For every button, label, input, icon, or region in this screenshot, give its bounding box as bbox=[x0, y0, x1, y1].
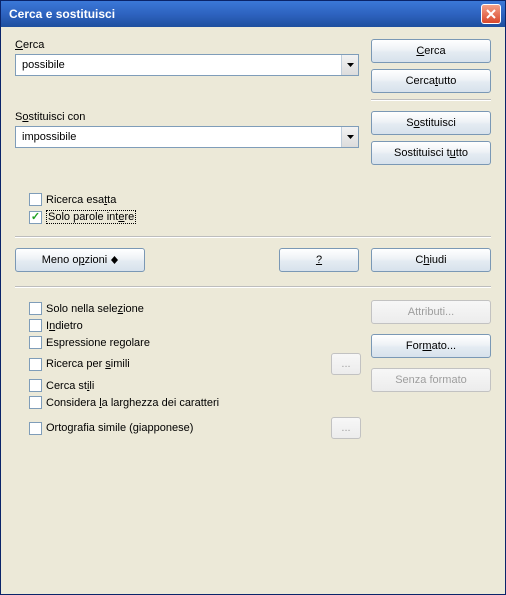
in-selection-row: Solo nella selezione bbox=[29, 302, 371, 315]
replace-combo[interactable] bbox=[15, 126, 359, 148]
middle-button-row: Meno opzioni ? Chiudi bbox=[15, 248, 491, 272]
find-button[interactable]: Cerca bbox=[371, 39, 491, 63]
dialog-content: Cerca Cerca Cerca tutto Sostituisci con bbox=[1, 27, 505, 594]
exact-match-checkbox[interactable] bbox=[29, 193, 42, 206]
search-input[interactable] bbox=[20, 58, 341, 72]
chevron-down-icon bbox=[347, 63, 354, 67]
regex-row: Espressione regolare bbox=[29, 336, 371, 349]
styles-checkbox[interactable] bbox=[29, 379, 42, 392]
similarity-row: Ricerca per simili bbox=[29, 358, 325, 371]
replace-dropdown-button[interactable] bbox=[341, 127, 358, 147]
char-width-label: Considera la larghezza dei caratteri bbox=[46, 397, 219, 409]
titlebar: Cerca e sostituisci bbox=[1, 1, 505, 27]
backwards-label: Indietro bbox=[46, 320, 83, 332]
similarity-options-button[interactable]: ... bbox=[331, 353, 361, 375]
styles-row: Cerca stili bbox=[29, 379, 371, 392]
backwards-row: Indietro bbox=[29, 319, 371, 332]
exact-match-row: Ricerca esatta bbox=[29, 193, 491, 206]
japanese-row: Ortografia simile (giapponese) bbox=[29, 422, 325, 435]
in-selection-label: Solo nella selezione bbox=[46, 303, 144, 315]
search-dropdown-button[interactable] bbox=[341, 55, 358, 75]
close-window-button[interactable] bbox=[481, 4, 501, 24]
up-down-icon bbox=[111, 256, 118, 264]
regex-label: Espressione regolare bbox=[46, 337, 150, 349]
close-icon bbox=[486, 9, 496, 19]
attributes-button[interactable]: Attributi... bbox=[371, 300, 491, 324]
regex-checkbox[interactable] bbox=[29, 336, 42, 349]
divider bbox=[15, 286, 491, 288]
window-title: Cerca e sostituisci bbox=[9, 7, 115, 21]
japanese-label: Ortografia simile (giapponese) bbox=[46, 422, 193, 434]
similarity-label: Ricerca per simili bbox=[46, 358, 130, 370]
char-width-checkbox[interactable] bbox=[29, 396, 42, 409]
whole-words-label: Solo parole intere bbox=[46, 210, 136, 224]
replace-label: Sostituisci con bbox=[15, 111, 359, 123]
search-combo[interactable] bbox=[15, 54, 359, 76]
extra-options: Solo nella selezione Indietro Espression… bbox=[15, 298, 491, 441]
whole-words-checkbox[interactable] bbox=[29, 211, 42, 224]
japanese-checkbox[interactable] bbox=[29, 422, 42, 435]
close-button[interactable]: Chiudi bbox=[371, 248, 491, 272]
find-replace-dialog: Cerca e sostituisci Cerca Cerca Cerca tu… bbox=[0, 0, 506, 595]
japanese-options-button[interactable]: ... bbox=[331, 417, 361, 439]
find-all-button[interactable]: Cerca tutto bbox=[371, 69, 491, 93]
replace-row: Sostituisci con Sostituisci Sostituisci … bbox=[15, 111, 491, 165]
format-button[interactable]: Formato... bbox=[371, 334, 491, 358]
help-button[interactable]: ? bbox=[279, 248, 359, 272]
search-label: Cerca bbox=[15, 39, 359, 51]
search-row: Cerca Cerca Cerca tutto bbox=[15, 39, 491, 93]
replace-button[interactable]: Sostituisci bbox=[371, 111, 491, 135]
replace-all-button[interactable]: Sostituisci tutto bbox=[371, 141, 491, 165]
backwards-checkbox[interactable] bbox=[29, 319, 42, 332]
no-format-button[interactable]: Senza formato bbox=[371, 368, 491, 392]
styles-label: Cerca stili bbox=[46, 380, 94, 392]
divider bbox=[15, 236, 491, 238]
whole-words-row: Solo parole intere bbox=[29, 210, 491, 224]
char-width-row: Considera la larghezza dei caratteri bbox=[29, 396, 371, 409]
similarity-checkbox[interactable] bbox=[29, 358, 42, 371]
chevron-down-icon bbox=[347, 135, 354, 139]
in-selection-checkbox[interactable] bbox=[29, 302, 42, 315]
exact-match-label: Ricerca esatta bbox=[46, 194, 116, 206]
less-options-button[interactable]: Meno opzioni bbox=[15, 248, 145, 272]
replace-input[interactable] bbox=[20, 130, 341, 144]
divider bbox=[371, 99, 491, 101]
